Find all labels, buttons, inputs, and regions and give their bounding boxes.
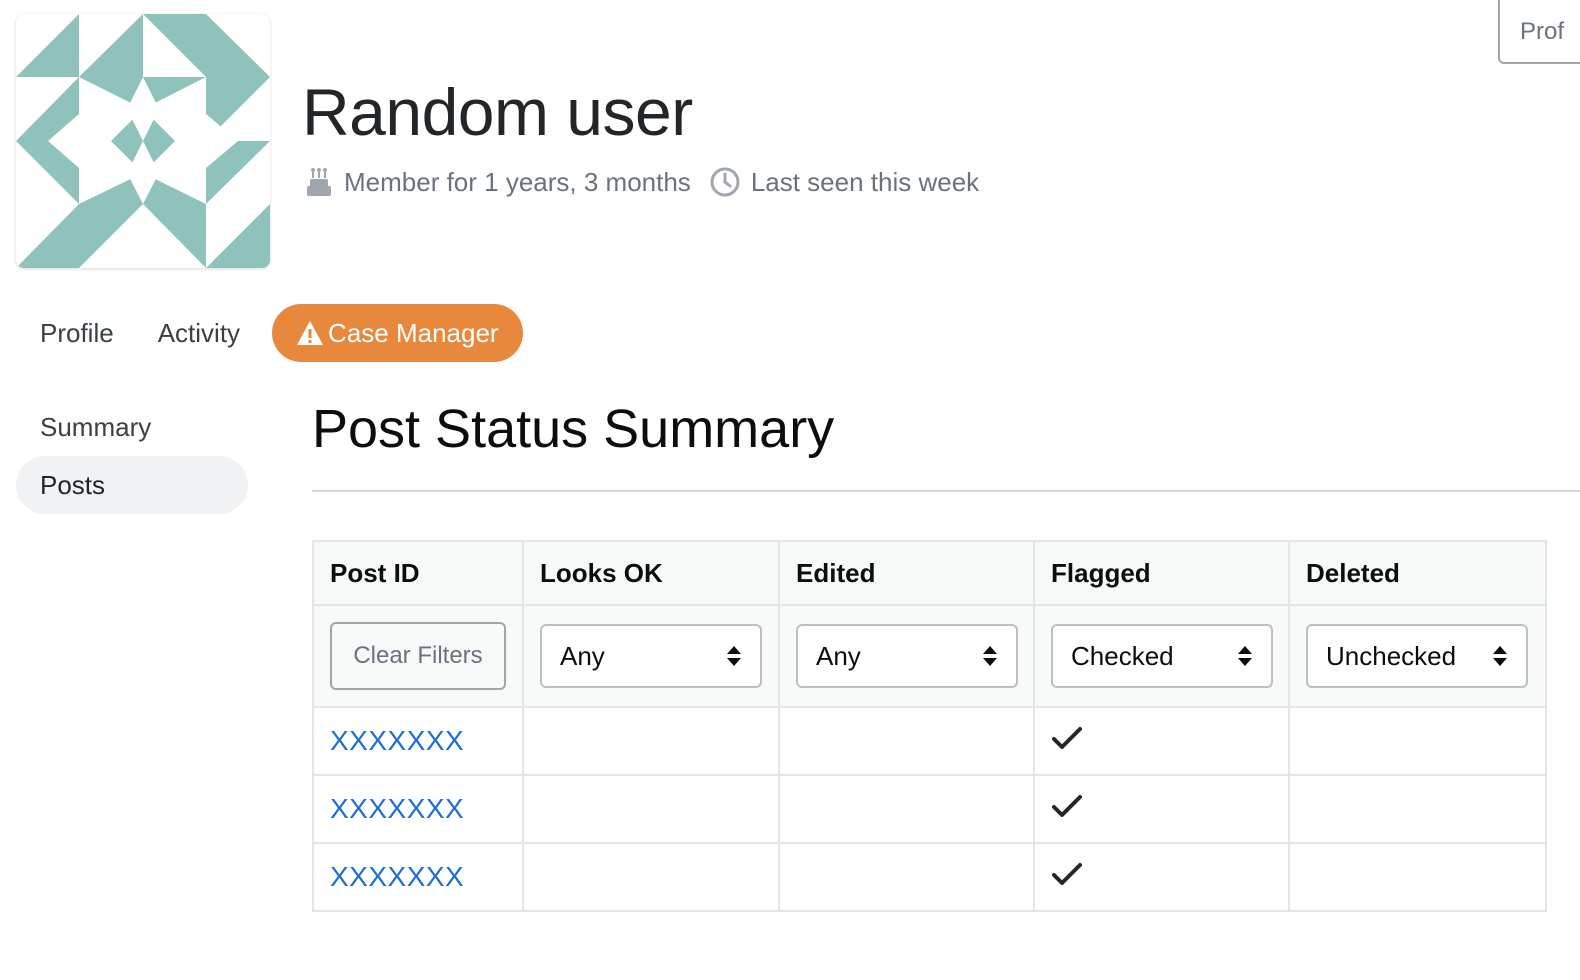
cake-icon bbox=[307, 168, 331, 196]
sidebar-item-summary[interactable]: Summary bbox=[16, 398, 248, 456]
profile-tabs: Profile Activity Case Manager bbox=[18, 304, 523, 362]
deleted-cell bbox=[1288, 706, 1547, 776]
user-display-name: Random user bbox=[302, 75, 693, 149]
flagged-cell bbox=[1033, 706, 1290, 776]
identicon-image bbox=[16, 14, 270, 268]
sidebar-item-label: Summary bbox=[40, 411, 152, 442]
column-header-deleted: Deleted bbox=[1288, 540, 1547, 606]
post-link[interactable]: XXXXXXX bbox=[330, 725, 464, 756]
post-link[interactable]: XXXXXXX bbox=[330, 793, 464, 824]
divider bbox=[312, 490, 1580, 492]
member-for-text: Member for 1 years, 3 months bbox=[344, 166, 691, 197]
table-row: XXXXXXX bbox=[312, 842, 1547, 912]
user-meta: Member for 1 years, 3 months Last seen t… bbox=[304, 166, 979, 198]
tab-profile[interactable]: Profile bbox=[18, 304, 136, 362]
edit-profile-label: Prof bbox=[1520, 18, 1565, 45]
checkmark-icon bbox=[1052, 726, 1082, 749]
tab-activity[interactable]: Activity bbox=[136, 304, 262, 362]
select-value: Any bbox=[816, 640, 861, 671]
edited-cell bbox=[778, 774, 1035, 844]
post-link[interactable]: XXXXXXX bbox=[330, 861, 464, 892]
edited-filter-select[interactable]: Any bbox=[796, 624, 1018, 688]
post-id-cell: XXXXXXX bbox=[312, 842, 524, 912]
page-title: Post Status Summary bbox=[312, 399, 835, 459]
edited-cell bbox=[778, 842, 1035, 912]
checkmark-icon bbox=[1052, 794, 1082, 817]
sort-caret-icon bbox=[1493, 646, 1507, 666]
tab-profile-label: Profile bbox=[40, 317, 114, 348]
table-body: XXXXXXX XXXXXXX XXXXXXX bbox=[312, 706, 1547, 912]
edit-profile-button[interactable]: Prof bbox=[1498, 0, 1580, 64]
sort-caret-icon bbox=[727, 646, 741, 666]
select-value: Checked bbox=[1071, 640, 1174, 671]
sidebar-item-posts[interactable]: Posts bbox=[16, 456, 248, 514]
deleted-cell bbox=[1288, 842, 1547, 912]
flagged-filter-select[interactable]: Checked bbox=[1051, 624, 1273, 688]
sidebar-nav: Summary Posts bbox=[16, 398, 248, 514]
user-avatar bbox=[16, 14, 270, 268]
looks-ok-cell bbox=[522, 774, 780, 844]
checkmark-icon bbox=[1052, 862, 1082, 885]
flagged-cell bbox=[1033, 774, 1290, 844]
deleted-filter-select[interactable]: Unchecked bbox=[1306, 624, 1528, 688]
warning-icon bbox=[297, 321, 324, 345]
deleted-cell bbox=[1288, 774, 1547, 844]
looks-ok-filter-select[interactable]: Any bbox=[540, 624, 762, 688]
sidebar-item-label: Posts bbox=[40, 469, 106, 500]
filter-cell: Any bbox=[522, 604, 780, 708]
clock-icon bbox=[710, 167, 740, 197]
select-value: Any bbox=[560, 640, 605, 671]
column-header-flagged: Flagged bbox=[1033, 540, 1290, 606]
sort-caret-icon bbox=[983, 646, 997, 666]
sort-caret-icon bbox=[1238, 646, 1252, 666]
tab-case-manager-label: Case Manager bbox=[328, 317, 499, 348]
column-header-edited: Edited bbox=[778, 540, 1035, 606]
looks-ok-cell bbox=[522, 706, 780, 776]
post-id-cell: XXXXXXX bbox=[312, 706, 524, 776]
flagged-cell bbox=[1033, 842, 1290, 912]
table-header-row: Post ID Looks OK Edited Flagged Deleted bbox=[312, 540, 1547, 606]
filter-cell: Clear Filters bbox=[312, 604, 524, 708]
last-seen-text: Last seen this week bbox=[750, 166, 980, 197]
tab-case-manager[interactable]: Case Manager bbox=[272, 304, 523, 362]
filter-cell: Any bbox=[778, 604, 1035, 708]
filter-row: Clear Filters Any Any Checked Unchecked bbox=[312, 604, 1547, 708]
filter-cell: Checked bbox=[1033, 604, 1290, 708]
select-value: Unchecked bbox=[1326, 640, 1457, 671]
table-row: XXXXXXX bbox=[312, 706, 1547, 776]
post-id-cell: XXXXXXX bbox=[312, 774, 524, 844]
filter-cell: Unchecked bbox=[1288, 604, 1547, 708]
clear-filters-label: Clear Filters bbox=[353, 642, 483, 669]
tab-activity-label: Activity bbox=[157, 317, 241, 348]
edited-cell bbox=[778, 706, 1035, 776]
looks-ok-cell bbox=[522, 842, 780, 912]
member-since: Member for 1 years, 3 months bbox=[304, 166, 691, 198]
post-status-table: Post ID Looks OK Edited Flagged Deleted … bbox=[312, 540, 1547, 912]
clear-filters-button[interactable]: Clear Filters bbox=[330, 622, 506, 690]
column-header-post-id: Post ID bbox=[312, 540, 524, 606]
column-header-looks-ok: Looks OK bbox=[522, 540, 780, 606]
table-row: XXXXXXX bbox=[312, 774, 1547, 844]
last-seen: Last seen this week bbox=[709, 166, 979, 198]
